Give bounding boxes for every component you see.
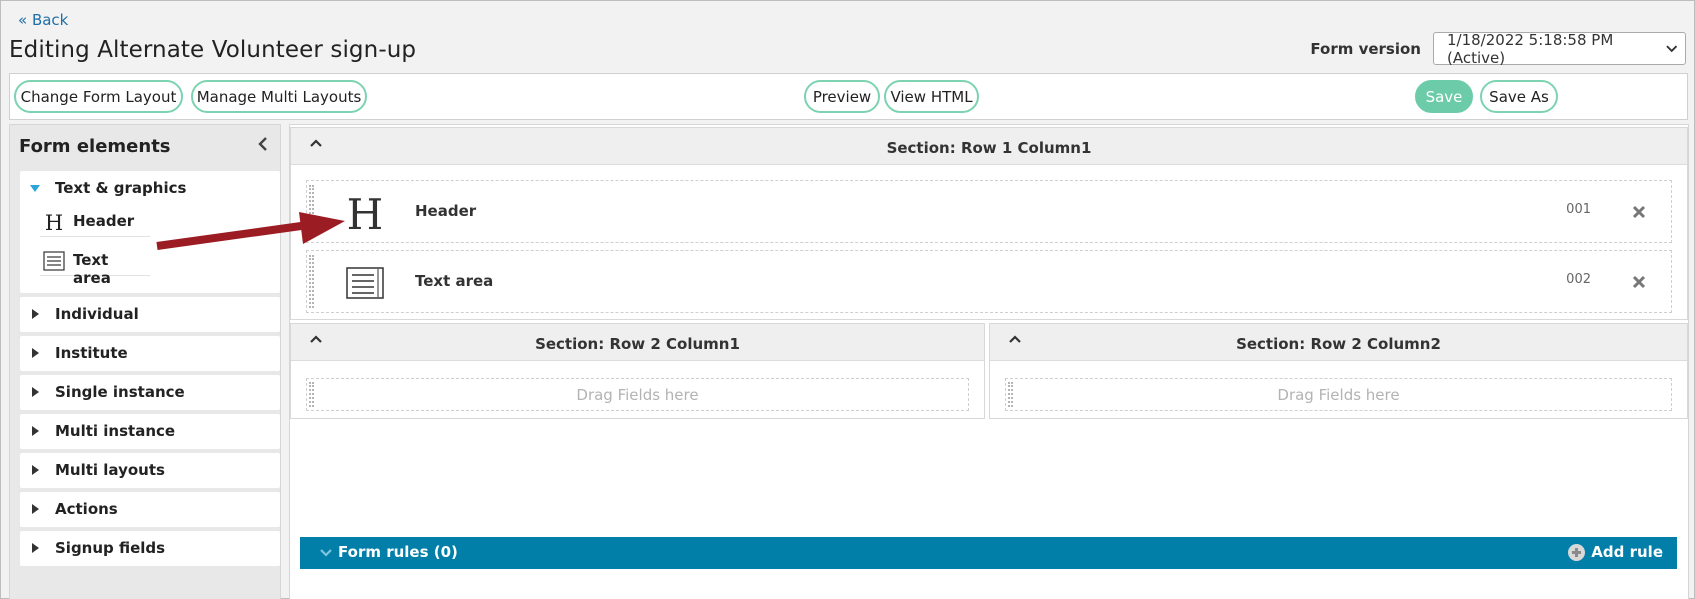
view-html-button[interactable]: View HTML bbox=[884, 80, 979, 113]
category-label: Single instance bbox=[55, 383, 185, 401]
drop-zone[interactable]: Drag Fields here bbox=[306, 378, 969, 411]
category-label[interactable]: Text & graphics bbox=[55, 179, 186, 197]
form-rules-title: Form rules (0) bbox=[338, 543, 458, 561]
text-area-icon bbox=[43, 251, 65, 271]
chevron-down-icon bbox=[1665, 44, 1677, 52]
save-button[interactable]: Save bbox=[1415, 80, 1473, 113]
drag-handle[interactable] bbox=[309, 255, 314, 308]
section-header: Section: Row 2 Column2 bbox=[990, 324, 1687, 361]
category-multi-layouts[interactable]: Multi layouts bbox=[20, 453, 280, 488]
category-institute[interactable]: Institute bbox=[20, 336, 280, 371]
element-label: Text area bbox=[73, 251, 111, 287]
category-label: Actions bbox=[55, 500, 118, 518]
expand-arrow-icon bbox=[32, 543, 39, 553]
drop-zone-text: Drag Fields here bbox=[1277, 386, 1400, 404]
category-actions[interactable]: Actions bbox=[20, 492, 280, 527]
field-row-header[interactable]: H Header 001 bbox=[306, 180, 1672, 243]
form-version-label: Form version bbox=[1310, 39, 1421, 58]
toolbar: Change Form Layout Manage Multi Layouts … bbox=[9, 73, 1688, 120]
element-header[interactable]: H Header bbox=[40, 207, 150, 237]
add-rule-button[interactable]: Add rule bbox=[1568, 543, 1663, 561]
add-icon bbox=[1568, 543, 1586, 561]
section-row2-col2: Section: Row 2 Column2 Drag Fields here bbox=[989, 323, 1688, 419]
form-rules-bar[interactable]: Form rules (0) Add rule bbox=[300, 537, 1677, 569]
form-version-control: Form version 1/18/2022 5:18:58 PM (Activ… bbox=[1310, 30, 1686, 67]
expand-arrow-icon bbox=[32, 348, 39, 358]
category-individual[interactable]: Individual bbox=[20, 297, 280, 332]
change-form-layout-button[interactable]: Change Form Layout bbox=[14, 80, 183, 113]
category-multi-instance[interactable]: Multi instance bbox=[20, 414, 280, 449]
save-as-button[interactable]: Save As bbox=[1480, 80, 1558, 113]
expand-arrow-icon bbox=[32, 465, 39, 475]
expand-arrow-icon bbox=[32, 387, 39, 397]
manage-multi-layouts-button[interactable]: Manage Multi Layouts bbox=[191, 80, 367, 113]
category-single-instance[interactable]: Single instance bbox=[20, 375, 280, 410]
field-label: Header bbox=[415, 202, 477, 220]
drop-zone[interactable]: Drag Fields here bbox=[1005, 378, 1672, 411]
section-header: Section: Row 2 Column1 bbox=[291, 324, 984, 361]
expand-arrow-icon bbox=[32, 309, 39, 319]
drop-zone-text: Drag Fields here bbox=[576, 386, 699, 404]
section-title: Section: Row 1 Column1 bbox=[886, 139, 1092, 157]
field-code: 002 bbox=[1566, 272, 1591, 287]
expand-arrow-icon bbox=[32, 504, 39, 514]
svg-text:H: H bbox=[45, 211, 63, 233]
add-rule-label: Add rule bbox=[1591, 543, 1663, 561]
preview-button[interactable]: Preview bbox=[804, 80, 880, 113]
collapse-panel-icon[interactable] bbox=[256, 137, 270, 151]
category-label: Multi instance bbox=[55, 422, 176, 440]
header-icon: H bbox=[45, 211, 63, 233]
section-row1-col1: Section: Row 1 Column1 H Header 001 Text… bbox=[290, 127, 1688, 320]
svg-text:H: H bbox=[347, 193, 384, 233]
chevron-down-icon bbox=[320, 549, 332, 557]
close-icon[interactable] bbox=[1632, 275, 1646, 289]
field-code: 001 bbox=[1566, 202, 1591, 217]
header-icon: H bbox=[347, 193, 384, 233]
back-link[interactable]: « Back bbox=[18, 11, 68, 29]
category-label: Signup fields bbox=[55, 539, 166, 557]
form-version-value: 1/18/2022 5:18:58 PM (Active) bbox=[1447, 30, 1614, 67]
category-signup-fields[interactable]: Signup fields bbox=[20, 531, 280, 566]
form-elements-panel: Form elements Text & graphics H Header T… bbox=[9, 124, 281, 599]
element-text-area[interactable]: Text area bbox=[40, 246, 150, 287]
page-title: Editing Alternate Volunteer sign-up bbox=[9, 37, 417, 63]
text-area-icon bbox=[346, 267, 384, 299]
category-label: Multi layouts bbox=[55, 461, 165, 479]
section-title: Section: Row 2 Column1 bbox=[535, 335, 740, 353]
expand-arrow-icon bbox=[32, 426, 39, 436]
field-label: Text area bbox=[415, 272, 494, 290]
form-version-select[interactable]: 1/18/2022 5:18:58 PM (Active) bbox=[1433, 30, 1686, 67]
form-canvas: Section: Row 1 Column1 H Header 001 Text… bbox=[289, 124, 1689, 599]
form-elements-title: Form elements bbox=[19, 136, 171, 157]
close-icon[interactable] bbox=[1632, 205, 1646, 219]
expand-arrow-icon[interactable] bbox=[30, 185, 40, 192]
annotation-arrow bbox=[156, 212, 345, 250]
category-label: Individual bbox=[55, 305, 139, 323]
section-row2-col1: Section: Row 2 Column1 Drag Fields here bbox=[290, 323, 985, 419]
section-header: Section: Row 1 Column1 bbox=[291, 128, 1687, 165]
element-label: Header bbox=[73, 212, 135, 230]
field-row-text-area[interactable]: Text area 002 bbox=[306, 250, 1672, 313]
section-title: Section: Row 2 Column2 bbox=[1236, 335, 1441, 353]
category-label: Institute bbox=[55, 344, 128, 362]
